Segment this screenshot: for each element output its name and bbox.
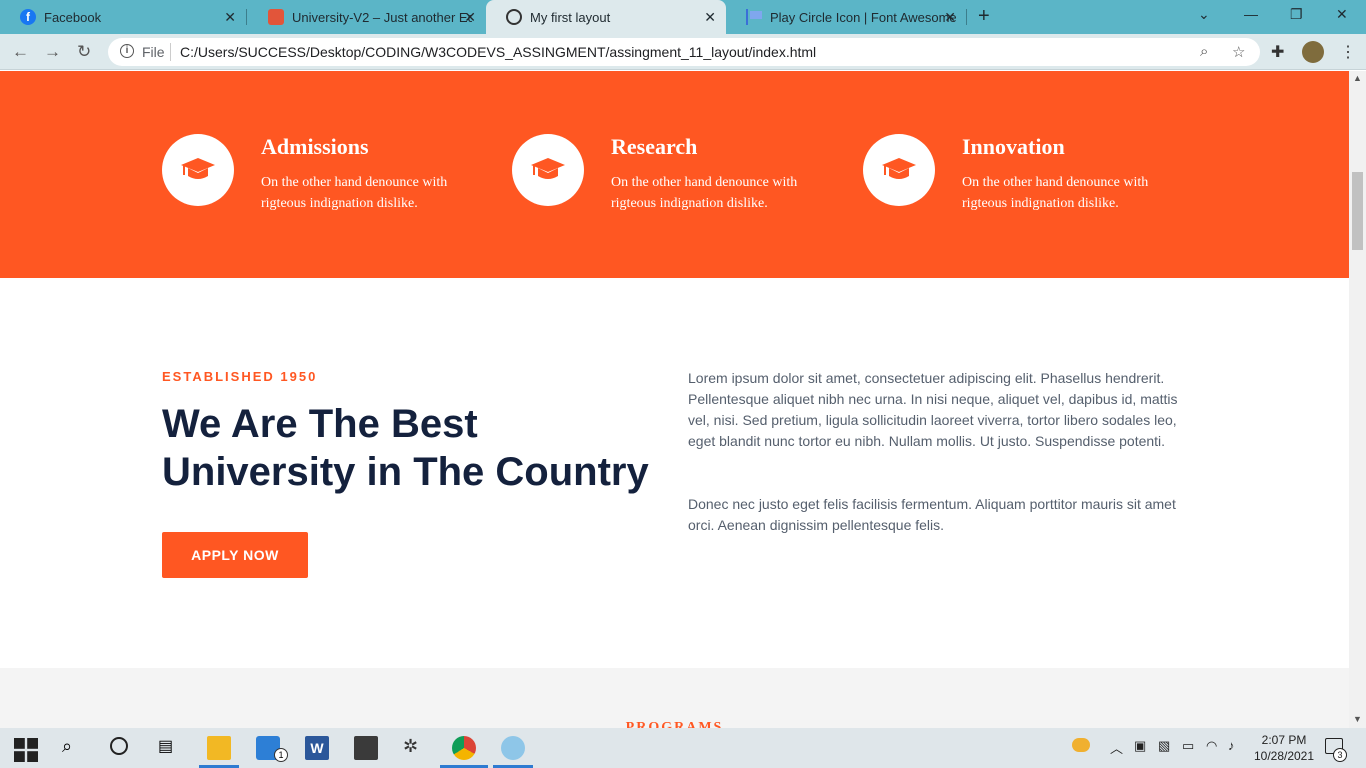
feature-research: Research On the other hand denounce with… [512,134,832,234]
graduation-cap-icon [181,158,215,179]
snipping-tool-icon[interactable]: ✲ [403,736,427,760]
paint-icon[interactable] [501,736,525,760]
volume-icon[interactable]: ♪ [1228,738,1235,753]
tab-divider [966,9,967,25]
clock-time: 2:07 PM [1261,733,1307,747]
window-close-icon[interactable]: ✕ [1336,6,1348,23]
tab-facebook[interactable]: f Facebook ✕ [0,0,246,34]
address-bar[interactable]: i File C:/Users/SUCCESS/Desktop/CODING/W… [108,38,1260,66]
graduation-cap-icon [531,158,565,179]
vertical-scrollbar[interactable]: ▲ ▼ [1349,71,1366,728]
feature-innovation: Innovation On the other hand denounce wi… [863,134,1183,234]
feature-icon-circle [512,134,584,206]
word-icon[interactable]: W [305,736,329,760]
globe-icon [506,9,522,25]
facebook-icon: f [20,9,36,25]
feature-text: On the other hand denounce with rigteous… [611,175,798,211]
about-paragraph-1: Lorem ipsum dolor sit amet, consectetuer… [688,370,1178,449]
extensions-icon[interactable]: ✚ [1271,42,1284,62]
flag-icon [746,9,762,25]
taskbar-clock[interactable]: 2:07 PM 10/28/2021 [1252,732,1316,764]
browser-toolbar: ← → ↻ i File C:/Users/SUCCESS/Desktop/CO… [0,34,1366,70]
forward-icon[interactable]: → [44,42,61,62]
feature-icon-circle [863,134,935,206]
tab-title: My first layout [530,9,611,25]
tab-bar: f Facebook ✕ University-V2 – Just anothe… [0,0,1366,34]
scroll-down-icon[interactable]: ▼ [1353,714,1362,724]
menu-icon[interactable]: ⋮ [1340,42,1356,62]
tab-search-icon[interactable]: ⌄ [1198,6,1210,23]
clock-date: 10/28/2021 [1253,749,1315,763]
tab-university[interactable]: University-V2 – Just another Edu ✕ [248,0,486,34]
url-text[interactable]: C:/Users/SUCCESS/Desktop/CODING/W3CODEVS… [180,44,816,60]
chrome-icon[interactable] [452,736,476,760]
university-icon [268,9,284,25]
file-explorer-icon[interactable] [207,736,231,760]
tab-divider [246,9,247,25]
battery-icon[interactable]: ▭ [1182,738,1194,754]
task-view-icon[interactable]: ▤ [158,736,182,760]
apply-now-button[interactable]: APPLY NOW [162,532,308,578]
profile-avatar[interactable] [1302,41,1324,63]
established-label: ESTABLISHED 1950 [162,369,318,384]
bookmark-star-icon[interactable]: ☆ [1232,43,1245,61]
cortana-icon[interactable] [110,737,128,755]
tab-title: Play Circle Icon | Font Awesome [770,9,957,25]
meet-now-icon[interactable]: ▣ [1134,738,1146,754]
graduation-cap-icon [882,158,916,179]
close-icon[interactable]: ✕ [224,9,236,26]
feature-title: Research [611,134,698,159]
feature-icon-circle [162,134,234,206]
scroll-up-icon[interactable]: ▲ [1353,73,1362,83]
programs-label: PROGRAMS [625,720,724,728]
tab-my-first-layout[interactable]: My first layout ✕ [486,0,726,34]
tab-font-awesome[interactable]: Play Circle Icon | Font Awesome ✕ [726,0,966,34]
restore-icon[interactable]: ❐ [1290,6,1303,23]
new-tab-button[interactable]: + [978,5,990,28]
close-icon[interactable]: ✕ [464,9,476,26]
mail-badge: 1 [274,748,288,762]
wifi-icon[interactable]: ◠ [1206,738,1217,754]
tab-title: University-V2 – Just another Edu [292,9,472,25]
tab-title: Facebook [44,9,102,25]
feature-title: Admissions [261,134,369,159]
page-viewport: Admissions On the other hand denounce wi… [0,71,1349,728]
programs-section: PROGRAMS [0,668,1349,728]
about-paragraph-2: Donec nec justo eget felis facilisis fer… [688,496,1176,533]
notification-count: 3 [1333,748,1347,762]
feature-admissions: Admissions On the other hand denounce wi… [162,134,482,234]
feature-title: Innovation [962,134,1065,159]
section-headline: We Are The Best University in The Countr… [162,402,649,494]
info-icon[interactable]: i [120,44,134,58]
scroll-thumb[interactable] [1352,172,1363,250]
file-label: File [142,44,165,60]
network-device-icon[interactable]: ▧ [1158,738,1170,754]
feature-text: On the other hand denounce with rigteous… [261,175,448,211]
windows-taskbar: ⌕ ▤ 1 W ✲ ︿ ▣ ▧ ▭ ◠ ♪ 2:07 PM 10/28/2021… [0,728,1366,768]
omnibox-divider [170,43,171,61]
chevron-up-icon[interactable]: ︿ [1110,738,1123,757]
reload-icon[interactable]: ↻ [77,42,91,62]
feature-text: On the other hand denounce with rigteous… [962,175,1149,211]
minimize-icon[interactable]: — [1244,6,1258,22]
windows-start-icon[interactable] [14,738,38,762]
weather-icon[interactable] [1072,738,1090,752]
close-icon[interactable]: ✕ [944,9,956,26]
features-band: Admissions On the other hand denounce wi… [0,71,1349,278]
close-icon[interactable]: ✕ [704,9,716,26]
sublime-text-icon[interactable] [354,736,378,760]
back-icon[interactable]: ← [12,42,29,62]
search-icon[interactable]: ⌕ [62,736,86,760]
about-section: ESTABLISHED 1950 We Are The Best Univers… [0,278,1349,668]
zoom-icon[interactable]: ⌕ [1200,43,1208,60]
